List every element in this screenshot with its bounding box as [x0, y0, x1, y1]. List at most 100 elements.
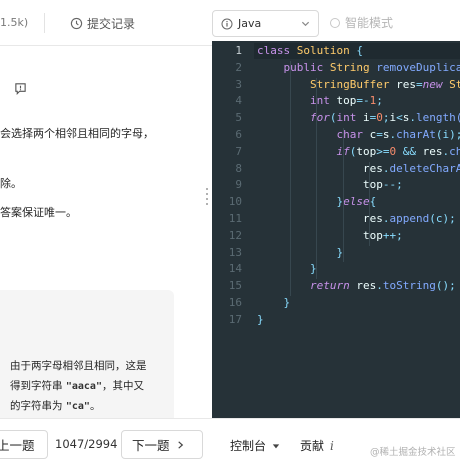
code-token: int — [257, 94, 337, 108]
code-token: Solution — [296, 44, 357, 57]
code-token: ch — [449, 144, 460, 158]
contribute-button[interactable]: 贡献 i — [300, 437, 334, 454]
line-number-gutter: 1 2 3 4 5 6 7 8 9 10 11 12 13 14 15 16 17 — [212, 41, 254, 418]
description-line: 除。 — [0, 177, 22, 190]
handle-dot — [206, 198, 208, 200]
code-line: for(int i=0;i<s.length( — [257, 111, 460, 124]
code-token: (c); — [429, 212, 456, 225]
code-token: char — [257, 128, 370, 141]
problem-counter: 1047/2994 — [55, 437, 118, 451]
code-token: top — [336, 94, 357, 108]
code-token: charAt — [396, 128, 436, 141]
top-toolbar: 1.5k) 提交记录 Java 智能模式 — [0, 0, 460, 46]
prev-problem-button[interactable]: 上一题 — [0, 430, 48, 459]
code-token: int — [336, 111, 363, 125]
line-number: 7 — [235, 144, 242, 158]
history-clock-icon — [70, 17, 83, 29]
code-token: = — [415, 77, 423, 91]
problem-tab-count[interactable]: 1.5k) — [0, 16, 28, 29]
line-number: 17 — [228, 312, 242, 326]
console-label: 控制台 — [230, 439, 267, 453]
code-editor[interactable]: 1 2 3 4 5 6 7 8 9 10 11 12 13 14 15 16 17 class Solution… — [212, 41, 460, 418]
code-line: class Solution { — [257, 44, 363, 57]
example-code: "aaca" — [65, 381, 102, 392]
line-number: 16 — [228, 296, 242, 309]
code-token: St — [449, 77, 460, 91]
line-number: 12 — [228, 228, 242, 242]
code-token: { — [356, 44, 363, 57]
code-token: deleteCharA — [389, 161, 460, 175]
code-token: for — [257, 111, 330, 125]
line-number: 1 — [235, 44, 242, 57]
indent-guide — [290, 60, 291, 296]
code-line: res.append(c); — [257, 212, 456, 225]
code-token: . — [409, 111, 416, 125]
line-number: 6 — [235, 128, 242, 141]
handle-dot — [206, 203, 208, 205]
prev-problem-label: 上一题 — [0, 438, 35, 453]
line-number: 5 — [235, 111, 242, 125]
code-line: } — [257, 246, 343, 259]
code-token: new — [422, 77, 450, 91]
code-token: top — [257, 228, 383, 242]
example-line: 由于两字母相邻且相同，这是 — [10, 360, 147, 372]
code-token: res — [356, 279, 377, 293]
code-line: return res.toString(); — [257, 279, 456, 292]
description-line: 会选择两个相邻且相同的字母， — [0, 127, 154, 140]
code-token: 0 — [376, 111, 383, 125]
code-token: } — [257, 262, 317, 276]
line-number: 10 — [228, 195, 242, 209]
example-text: 得到字符串 — [10, 380, 66, 392]
comment-icon[interactable] — [14, 82, 27, 95]
code-token: removeDuplica — [376, 60, 460, 74]
example-text: ，其中又 — [101, 380, 144, 392]
line-number: 8 — [235, 161, 242, 175]
code-token: res — [396, 77, 416, 91]
indent-guide — [369, 161, 370, 246]
code-token: && — [402, 144, 423, 158]
code-line: } — [257, 262, 317, 275]
console-button[interactable]: 控制台 — [230, 437, 280, 454]
example-code: "ca" — [65, 401, 90, 412]
chevron-down-icon — [301, 21, 310, 27]
language-value: Java — [238, 17, 262, 30]
example-text: 的字符串为 — [10, 400, 66, 412]
indent-guide — [316, 77, 317, 280]
contribute-info-icon: i — [330, 438, 334, 453]
code-token: (i); — [435, 128, 460, 141]
code-token: { — [369, 195, 377, 209]
problem-description-panel: 会选择两个相邻且相同的字母， 除。 答案保证唯一。 由于两字母相邻且相同，这是 … — [0, 46, 204, 418]
example-line: 的字符串为 "ca"。 — [10, 398, 100, 413]
code-token: else — [343, 195, 370, 209]
code-token: --; — [382, 178, 403, 192]
code-token: top — [356, 144, 377, 158]
code-token: } — [257, 195, 344, 209]
code-token: (); — [435, 279, 456, 293]
smart-mode-toggle[interactable]: 智能模式 — [330, 14, 393, 31]
description-line: 答案保证唯一。 — [0, 206, 77, 219]
next-problem-button[interactable]: 下一题 — [121, 430, 203, 459]
code-token: } — [257, 245, 344, 259]
line-number: 4 — [235, 94, 242, 108]
panel-resize-handle[interactable] — [206, 188, 209, 208]
line-number: 9 — [235, 178, 242, 192]
code-token: res — [257, 212, 383, 225]
code-token: } — [257, 312, 264, 326]
caret-down-icon — [272, 443, 280, 448]
code-token: return — [257, 279, 357, 293]
code-token: = — [376, 128, 383, 141]
code-line: char c=s.charAt(i); — [257, 128, 460, 141]
line-number: 11 — [228, 212, 242, 225]
code-token: public — [257, 60, 330, 74]
line-number: 3 — [235, 77, 242, 91]
contribute-label: 贡献 — [300, 439, 325, 453]
example-text: 。 — [89, 400, 101, 412]
code-line: top++; — [257, 229, 403, 242]
code-token: String — [329, 60, 377, 74]
language-select[interactable]: Java — [212, 10, 319, 37]
submissions-label: 提交记录 — [87, 16, 136, 31]
code-line: res.deleteCharA — [257, 162, 460, 175]
code-token: top — [257, 178, 383, 192]
submissions-tab[interactable]: 提交记录 — [70, 14, 135, 32]
line-number: 2 — [235, 60, 242, 74]
